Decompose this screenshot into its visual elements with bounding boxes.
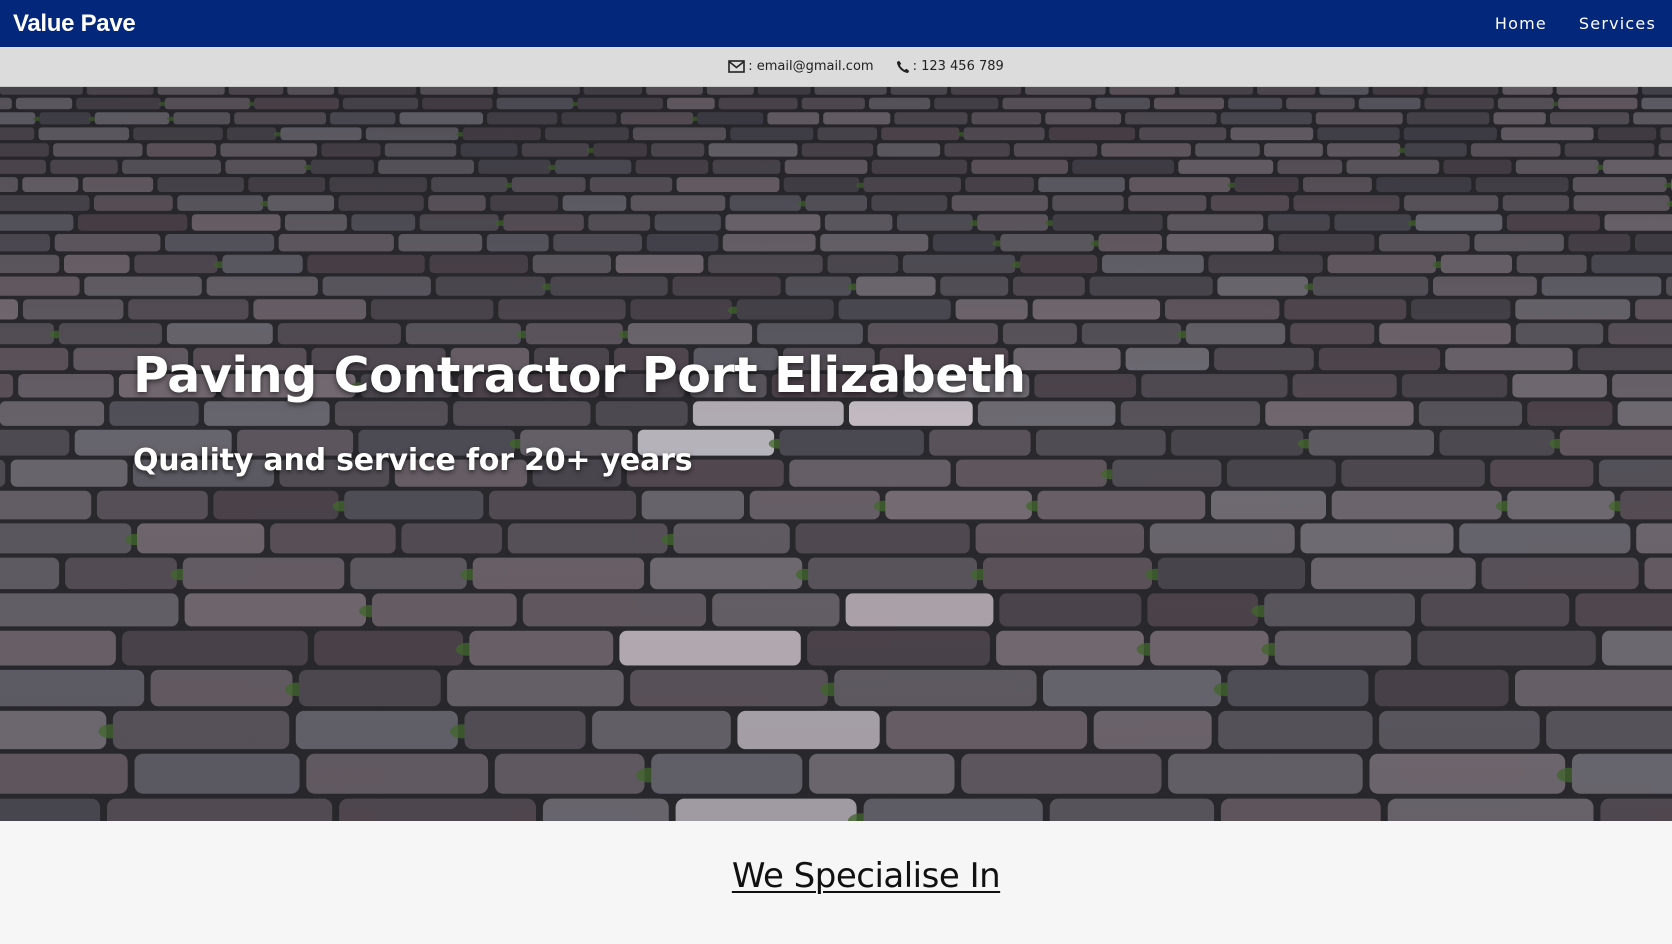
contact-bar: : email@gmail.com : 123 456 789 <box>0 47 1672 87</box>
email-contact-link[interactable]: : email@gmail.com <box>728 59 874 74</box>
section-heading: We Specialise In <box>731 856 1001 896</box>
top-navbar: Value Pave Home Services <box>0 0 1672 47</box>
hero-subtitle: Quality and service for 20+ years <box>133 443 693 478</box>
hero-title: Paving Contractor Port Elizabeth <box>133 347 1026 404</box>
nav-link-home[interactable]: Home <box>1495 14 1547 33</box>
phone-icon <box>896 60 910 74</box>
nav-link-services[interactable]: Services <box>1579 14 1656 33</box>
phone-contact-link[interactable]: : 123 456 789 <box>896 59 1004 74</box>
main-nav: Home Services <box>1495 14 1656 33</box>
hero-banner: Paving Contractor Port Elizabeth Quality… <box>0 87 1672 821</box>
specialise-section: We Specialise In <box>0 821 1672 944</box>
brand-logo-link[interactable]: Value Pave <box>13 10 136 38</box>
envelope-icon <box>728 60 746 73</box>
email-text: : email@gmail.com <box>748 59 874 74</box>
phone-text: : 123 456 789 <box>912 59 1004 74</box>
